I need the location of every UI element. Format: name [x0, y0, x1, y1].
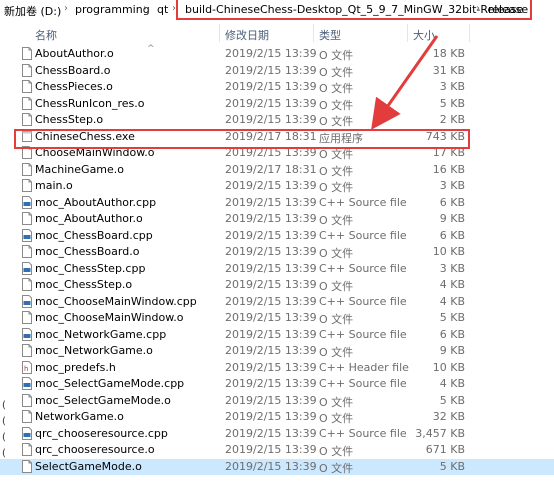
red-arrow-icon — [371, 35, 439, 130]
